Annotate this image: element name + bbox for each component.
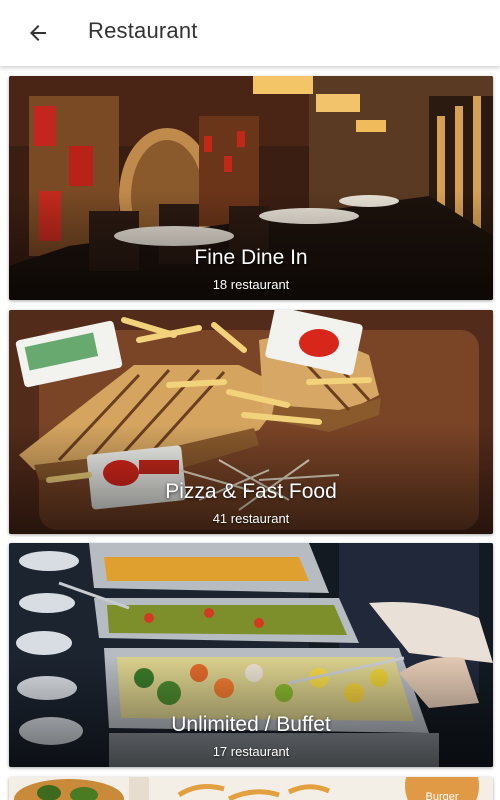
category-card-burger[interactable]: Burger bbox=[9, 777, 493, 800]
category-count: 41 restaurant bbox=[212, 511, 290, 526]
category-count: 17 restaurant bbox=[212, 744, 290, 759]
category-count: 18 restaurant bbox=[212, 277, 290, 292]
category-card-fine-dine-in[interactable]: Fine Dine In 18 restaurant bbox=[9, 76, 493, 300]
category-list[interactable]: Fine Dine In 18 restaurant Pizza & Fast … bbox=[0, 66, 500, 800]
category-title: Unlimited / Buffet bbox=[171, 713, 331, 736]
category-title: Fine Dine In bbox=[194, 246, 308, 269]
page-title: Restaurant bbox=[88, 18, 198, 43]
badge-label: Burger bbox=[425, 791, 459, 800]
category-title: Pizza & Fast Food bbox=[165, 480, 337, 503]
arrow-left-icon bbox=[30, 25, 46, 41]
category-card-unlimited-buffet[interactable]: Unlimited / Buffet 17 restaurant bbox=[9, 543, 493, 767]
app-bar: Restaurant bbox=[0, 0, 500, 66]
back-button[interactable] bbox=[18, 13, 58, 53]
burger-badge: Burger bbox=[405, 777, 479, 800]
category-card-pizza-fast-food[interactable]: Pizza & Fast Food 41 restaurant bbox=[9, 310, 493, 534]
